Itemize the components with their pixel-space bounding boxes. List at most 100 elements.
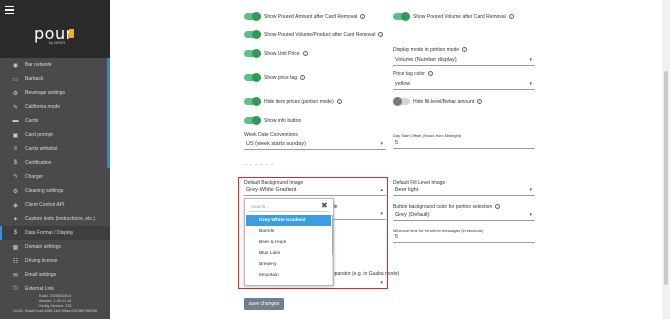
chevron-down-icon: ▾: [529, 212, 532, 218]
sidebar-item-label: Custom texts (instructions, etc.): [25, 216, 96, 222]
toggle-switch[interactable]: [244, 97, 261, 106]
info-icon[interactable]: i: [508, 14, 514, 19]
sidebar-item-wrench[interactable]: ✎ California mode: [0, 100, 110, 114]
dropdown-scrollbar[interactable]: [332, 215, 333, 285]
week-date-label: Week Date Conventions: [244, 132, 298, 138]
sidebar-item-server[interactable]: ▦ Domain settings: [0, 240, 110, 254]
sidebar-item-label: Beverage settings: [25, 90, 66, 96]
hamburger-menu-icon[interactable]: [5, 6, 14, 14]
sidebar-item-bolt[interactable]: ϟ Charger: [0, 170, 110, 184]
toggle-label: Show Unit Price: [264, 50, 300, 57]
price-tag-color-select[interactable]: yellow ▾: [393, 79, 535, 90]
info-icon[interactable]: i: [302, 51, 308, 56]
toggle-show-poured-amount[interactable]: Show Poured Amount after Card Removal i: [244, 12, 366, 21]
app-window: pour by BEER ◉ Bar network ▭ Barback ⚙ Bevera…: [0, 0, 670, 319]
display-mode-value: Volume (Number display): [395, 57, 457, 63]
toggle-show-price-tag[interactable]: Show price tag i: [244, 73, 306, 82]
sidebar-item-label: Data Format / Display: [25, 230, 74, 236]
toggle-switch[interactable]: [244, 49, 261, 58]
sidebar-item-label: Cards: [25, 118, 39, 124]
sidebar-item-label: Domain settings: [25, 244, 61, 250]
badge-icon: ▭: [12, 76, 19, 83]
chip-icon: ◈: [13, 202, 18, 209]
dollar-icon: $: [13, 160, 18, 166]
info-icon[interactable]: i: [477, 99, 483, 104]
toggle-label: Show Poured Amount after Card Removal: [264, 13, 358, 20]
toggle-show-info-button[interactable]: Show info button: [244, 116, 302, 125]
chevron-down-icon: ▾: [529, 81, 532, 87]
sidebar-item-label: Bar network: [25, 62, 52, 68]
chevron-down-icon: ▾: [380, 141, 383, 147]
dropdown-search-input[interactable]: Search...: [249, 202, 329, 212]
toggle-switch[interactable]: [244, 30, 261, 39]
dropdown-option[interactable]: Beer & Hops: [246, 237, 331, 248]
dropdown-option[interactable]: Barrels: [246, 226, 331, 237]
dropdown-option[interactable]: Blue Lake: [246, 248, 331, 259]
day-start-input[interactable]: 5: [393, 138, 535, 149]
toggle-label: Show price tag: [264, 74, 298, 81]
beer-glass-icon: [69, 29, 74, 38]
toggle-switch[interactable]: [244, 73, 261, 82]
sidebar-item-gear[interactable]: ⚙ Beverage settings: [0, 86, 110, 100]
week-date-select[interactable]: US (week starts sunday) ▾: [244, 139, 386, 150]
toggle-label: Show Poured Volume/Product after Card Re…: [264, 31, 376, 38]
sidebar-header: pour by BEER: [0, 0, 110, 58]
min-time-input[interactable]: 5: [393, 232, 535, 243]
card-prompt-icon: ▣: [12, 132, 19, 139]
dropdown-option[interactable]: Mountain: [246, 270, 331, 281]
sidebar-item-dollar2[interactable]: $ Data Format / Display: [0, 226, 110, 240]
sidebar-item-label: Cards whitelist: [25, 146, 58, 152]
info-icon[interactable]: i: [378, 32, 384, 37]
sidebar-item-label: Card prompt: [25, 132, 53, 138]
page-scrollbar-thumb[interactable]: [664, 71, 668, 285]
dropdown-option[interactable]: Grey-White Gradient: [246, 215, 331, 226]
sidebar-item-label: Email settings: [25, 272, 57, 278]
sidebar-item-chip[interactable]: ◈ Client Control API: [0, 198, 110, 212]
sidebar-item-card[interactable]: ▬ Cards: [0, 114, 110, 128]
toggle-switch[interactable]: [393, 12, 410, 21]
save-changes-button[interactable]: save changes: [244, 298, 284, 310]
toggle-show-poured-volume-product[interactable]: Show Poured Volume/Product after Card Re…: [244, 30, 384, 39]
toggle-show-poured-volume[interactable]: Show Poured Volume after Card Removal i: [393, 12, 514, 21]
toggle-hide-fill-level[interactable]: Hide fill-level/Bebar amount i: [393, 97, 483, 106]
toggle-hide-item-prices[interactable]: Hide item prices (portion mode) i: [244, 97, 342, 106]
toggle-label: Hide fill-level/Bebar amount: [413, 98, 475, 105]
toggle-switch[interactable]: [244, 116, 261, 125]
default-fill-select[interactable]: Beer light ▾: [393, 185, 535, 196]
sidebar-item-label: Client Control API: [25, 202, 65, 208]
sidebar-item-mail[interactable]: ✉ Email settings: [0, 268, 110, 282]
info-icon[interactable]: i: [427, 71, 433, 76]
info-icon[interactable]: i: [300, 75, 306, 80]
toggle-show-unit-price[interactable]: Show Unit Price i: [244, 49, 308, 58]
sidebar: pour by BEER ◉ Bar network ▭ Barback ⚙ Bevera…: [0, 0, 110, 319]
dropdown-options: Grey-White Gradient Barrels Beer & Hops Blu…: [246, 215, 331, 281]
toggle-label: Show info button: [264, 117, 302, 124]
toggle-label: Hide item prices (portion mode): [264, 98, 334, 105]
price-tag-color-label-text: Price tag color: [393, 71, 425, 77]
sidebar-item-custom[interactable]: ✦ Custom texts (instructions, etc.): [0, 212, 110, 226]
sidebar-item-label: Cleaning settings: [25, 188, 64, 194]
button-bg-select[interactable]: Grey (Default) ▾: [393, 210, 535, 221]
sidebar-item-badge[interactable]: ▭ Barback: [0, 72, 110, 86]
license-icon: ☷: [12, 258, 19, 265]
uuid-line: UUID: 90a2e7ca4-60f5-11ef-95aa-001389758…: [13, 309, 97, 313]
sidebar-item-license[interactable]: ☷ Driving license: [0, 254, 110, 268]
toggle-switch[interactable]: [244, 12, 261, 21]
dropdown-option[interactable]: Brewery: [246, 259, 331, 270]
sidebar-item-list[interactable]: ≡ Cards whitelist: [0, 142, 110, 156]
sidebar-item-wifi[interactable]: ◉ Bar network: [0, 58, 110, 72]
sidebar-item-dollar[interactable]: $ Certification: [0, 156, 110, 170]
sidebar-item-card-prompt[interactable]: ▣ Card prompt: [0, 128, 110, 142]
toggle-switch[interactable]: [393, 97, 410, 106]
display-mode-select[interactable]: Volume (Number display) ▾: [393, 55, 535, 66]
info-icon[interactable]: i: [495, 204, 501, 209]
info-icon[interactable]: i: [360, 14, 366, 19]
close-icon[interactable]: ✖: [321, 202, 328, 210]
card-icon: ▬: [12, 118, 19, 124]
sidebar-item-label: Certification: [25, 160, 52, 166]
background-image-dropdown[interactable]: Search... ✖ Grey-White Gradient Barrels Be…: [244, 198, 334, 286]
info-icon[interactable]: i: [336, 99, 342, 104]
gear-icon: ⚙: [12, 90, 19, 97]
info-icon[interactable]: i: [462, 47, 468, 52]
sidebar-item-gear2[interactable]: ⚙ Cleaning settings: [0, 184, 110, 198]
